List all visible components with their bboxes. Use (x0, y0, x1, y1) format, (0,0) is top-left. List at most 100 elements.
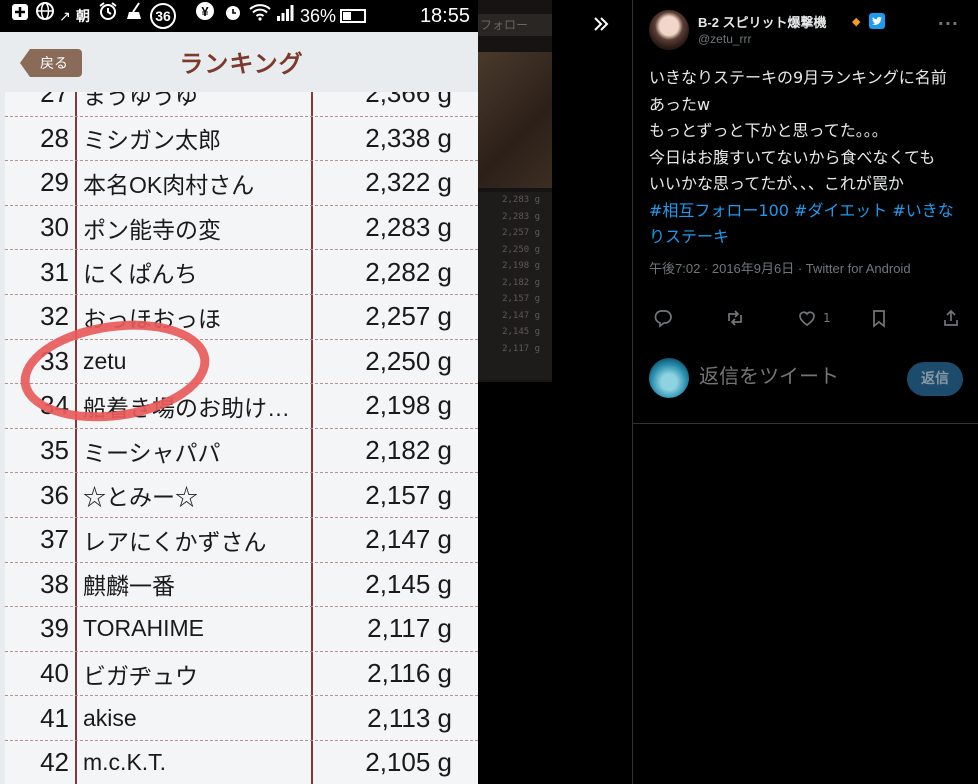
player-name: akise (83, 704, 137, 731)
share-button[interactable] (941, 306, 961, 330)
tweet-timestamp[interactable]: 午後7:02 · 2016年9月6日 · Twitter for Android (649, 258, 911, 277)
reply-submit-button[interactable]: 返信 (907, 362, 963, 396)
yen-icon: ¥ (190, 0, 220, 33)
table-row: 42 m.c.K.T. 2,105 g (5, 741, 478, 784)
weight-value: 2,147 g (365, 524, 452, 555)
rank-number: 36 (40, 479, 69, 510)
retweet-button[interactable] (725, 306, 745, 330)
rank-number: 31 (40, 256, 69, 287)
rank-number: 38 (40, 568, 69, 599)
author-avatar[interactable] (649, 10, 689, 50)
weight-value: 2,157 g (365, 479, 452, 510)
tweet-text-line: あったw (649, 94, 711, 114)
table-row: 40 ビガヂュウ 2,116 g (5, 652, 478, 697)
tweet-actions: 1 (649, 306, 963, 330)
twitter-bird-icon (869, 13, 885, 29)
tweet-text-line: 今日はお腹すいてないから食べなくても (649, 147, 936, 167)
ranking-table: 27 まうゆうゆ 2,366 g 28 ミシガン太郎 2,338 g 29 本名OK肉村さん 2… (5, 92, 478, 784)
rank-number: 40 (40, 658, 69, 689)
diamond-badge-icon: ◆ (852, 15, 861, 28)
rank-number: 35 (40, 435, 69, 466)
player-name: 本名OK肉村さん (83, 171, 255, 198)
rank-number: 27 (40, 92, 69, 109)
player-name: レアにくかずさん (83, 528, 267, 555)
clock-icon (220, 0, 246, 32)
player-name: まうゆうゆ (83, 92, 198, 109)
rank-number: 37 (40, 524, 69, 555)
reply-composer: 返信 (633, 344, 978, 416)
player-name: m.c.K.T. (83, 749, 167, 776)
weight-value: 2,282 g (365, 256, 452, 287)
player-name: ポン能寺の変 (83, 216, 221, 243)
bookmark-button[interactable] (869, 306, 889, 330)
weight-value: 2,366 g (365, 92, 452, 109)
more-options-icon[interactable]: ··· (938, 14, 959, 33)
rank-number: 42 (40, 747, 69, 778)
background-list-value: 2,182 g (502, 277, 540, 288)
weight-value: 2,113 g (367, 702, 452, 733)
globe-icon (32, 0, 58, 32)
player-name: にくぱんち (83, 261, 198, 288)
table-row: 28 ミシガン太郎 2,338 g (5, 117, 478, 162)
media-viewer: フォロー 2,283 g 2,283 g 2,257 g 2,250 g 2,198 g… (0, 0, 632, 784)
phone-screenshot: ↗ 朝 36 ¥ 36% 18:55 戻る ランキング 27 まうゆうゆ 2,3… (0, 0, 478, 784)
weight-value: 2,283 g (365, 212, 452, 243)
morning-news-icon: 朝 (76, 8, 90, 24)
background-list-value: 2,147 g (502, 310, 540, 321)
rank-number: 39 (40, 613, 69, 644)
player-name: TORAHIME (83, 615, 204, 642)
status-bar: ↗ 朝 36 ¥ 36% 18:55 (0, 0, 478, 32)
weight-value: 2,116 g (367, 658, 452, 689)
like-button[interactable]: 1 (797, 306, 831, 330)
table-row: 37 レアにくかずさん 2,147 g (5, 518, 478, 563)
author-display-name[interactable]: B-2 スピリット爆撃機 (698, 12, 827, 31)
page-title: ランキング (179, 51, 304, 78)
alarm-icon (94, 0, 122, 32)
table-row: 33 zetu 2,250 g (5, 340, 478, 385)
like-count: 1 (823, 311, 831, 325)
wifi-icon (246, 0, 274, 32)
background-list-value: 2,145 g (502, 327, 540, 337)
weight-value: 2,250 g (365, 345, 452, 376)
weight-value: 2,117 g (367, 613, 452, 644)
player-name: ミーシャパパ (83, 439, 221, 466)
svg-text:¥: ¥ (201, 4, 209, 19)
ranking-header: 戻る ランキング (5, 32, 478, 92)
reply-button[interactable] (653, 306, 673, 330)
rank-number: 33 (40, 345, 69, 376)
signal-icon (274, 0, 296, 32)
background-list-value: 2,117 g (502, 343, 540, 354)
background-list-value: 2,250 g (502, 244, 540, 255)
weight-value: 2,105 g (365, 747, 452, 778)
plus-box-icon (8, 0, 32, 32)
weight-value: 2,182 g (365, 435, 452, 466)
weight-value: 2,145 g (365, 568, 452, 599)
weight-value: 2,338 g (365, 122, 452, 153)
heart-icon (799, 311, 815, 326)
rank-number: 30 (40, 212, 69, 243)
player-name: おっほおっほ (83, 305, 221, 332)
player-name: zetu (83, 347, 127, 374)
hashtag-line[interactable]: #相互フォロー100 #ダイエット #いきな (649, 198, 969, 225)
author-handle[interactable]: @zetu_rrr (698, 32, 752, 46)
broom-icon (122, 0, 148, 32)
background-list-value: 2,257 g (502, 228, 540, 238)
reply-input[interactable] (699, 364, 889, 388)
tweet-panel: B-2 スピリット爆撃機 ◆ @zetu_rrr ··· いきなりステーキの9月… (632, 0, 978, 784)
weight-value: 2,198 g (365, 390, 452, 421)
table-row: 30 ポン能寺の変 2,283 g (5, 206, 478, 251)
table-row: 38 麒麟一番 2,145 g (5, 563, 478, 608)
player-name: ビガヂュウ (83, 662, 198, 689)
expand-panel-button[interactable] (588, 14, 614, 40)
background-steak-image (478, 52, 552, 188)
hashtag-line[interactable]: りステーキ (649, 224, 969, 251)
battery-fill (343, 12, 351, 20)
tweet-detail: B-2 スピリット爆撃機 ◆ @zetu_rrr ··· いきなりステーキの9月… (633, 0, 978, 424)
table-row: 39 TORAHIME 2,117 g (5, 607, 478, 652)
player-name: ☆とみー☆ (83, 484, 198, 511)
rank-number: 41 (40, 702, 69, 733)
double-chevron-right-icon (594, 17, 609, 31)
status-clock: 18:55 (419, 4, 470, 27)
player-name: 麒麟一番 (83, 573, 175, 600)
missed-call-icon: ↗ (59, 8, 71, 24)
